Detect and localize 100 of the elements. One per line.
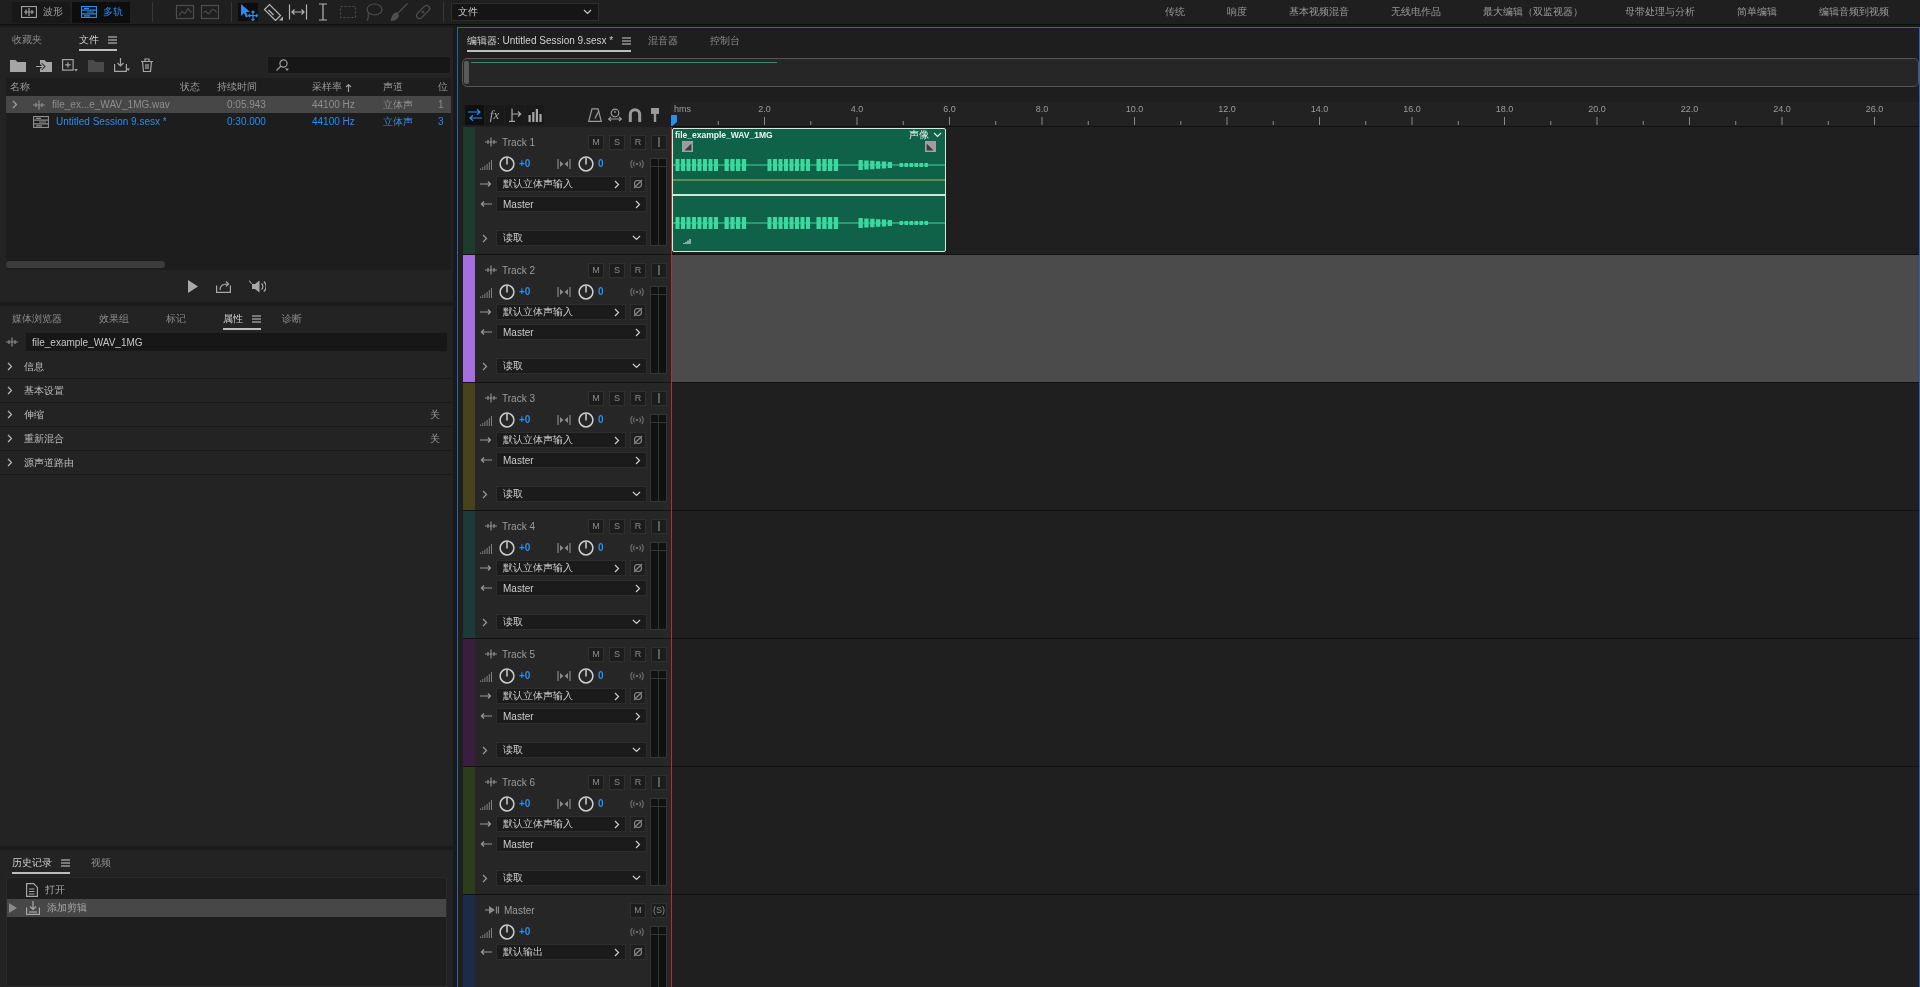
volume-knob[interactable] (499, 283, 515, 300)
timer-icon[interactable] (608, 107, 622, 122)
volume-knob[interactable] (499, 411, 515, 428)
panel-tab[interactable]: 历史记录 (12, 854, 70, 874)
magnet-icon[interactable] (628, 107, 642, 122)
mute-button[interactable]: M (588, 518, 604, 534)
monitor-button[interactable] (651, 134, 667, 150)
chevron-right-icon[interactable] (482, 873, 488, 883)
automation-dropdown[interactable]: 读取 (496, 230, 647, 246)
timeline-ruler[interactable]: hms 2.0 4.0 6.0 8.0 10.0 12.0 14.0 16.0 18.0 20.0 22.0 24.0 26.0 (671, 102, 1919, 127)
horizontal-scrollbar[interactable] (6, 261, 165, 268)
speaker-icon[interactable] (248, 279, 266, 293)
column-header[interactable]: 采样率 (312, 80, 383, 94)
folder-icon[interactable] (10, 58, 26, 72)
phase-invert-button[interactable] (630, 176, 646, 192)
output-dropdown[interactable]: Master (496, 196, 647, 212)
pan-value[interactable]: 0 (598, 798, 604, 809)
output-dropdown[interactable]: Master (496, 708, 647, 724)
volume-value[interactable]: +0 (519, 926, 531, 937)
chevron-right-icon[interactable] (12, 100, 18, 109)
workspace-tab[interactable]: 母带处理与分析 (1625, 5, 1695, 19)
panel-tab[interactable]: 视频 (91, 854, 111, 874)
broadcast-icon[interactable] (630, 926, 644, 937)
broadcast-icon[interactable] (630, 158, 644, 169)
broadcast-icon[interactable] (630, 286, 644, 297)
workspace-tab[interactable]: 传统 (1165, 5, 1185, 19)
pan-knob[interactable] (578, 539, 594, 556)
panel-tab[interactable]: 控制台 (710, 32, 741, 52)
workspace-tab[interactable]: 最大编辑（双监视器） (1483, 5, 1583, 19)
mute-button[interactable]: M (588, 262, 604, 278)
pan-value[interactable]: 0 (598, 542, 604, 553)
volume-knob[interactable] (499, 155, 515, 172)
phase-invert-button[interactable] (630, 432, 646, 448)
export-icon[interactable] (215, 279, 231, 293)
input-dropdown[interactable]: 默认立体声输入 (496, 432, 626, 448)
panel-tab[interactable]: 标记 (166, 310, 186, 330)
solo-button[interactable]: (S) (651, 902, 667, 918)
track-header[interactable]: Track 2 M S R +0 0 默认立体声输入 Master 读取 (463, 255, 671, 382)
pan-knob[interactable] (578, 411, 594, 428)
section-header[interactable]: 信息 (0, 355, 453, 379)
trash-icon[interactable] (140, 58, 154, 72)
workspace-tab[interactable]: 无线电作品 (1391, 5, 1441, 19)
workspace-tab[interactable]: 响度 (1227, 5, 1247, 19)
track-header[interactable]: Track 6 M S R +0 0 默认立体声输入 Master 读取 (463, 767, 671, 894)
file-row[interactable]: Untitled Session 9.sesx * 0:30.000 44100 Hz 立体声 3 (6, 113, 451, 130)
broadcast-icon[interactable] (630, 670, 644, 681)
column-header[interactable]: 声道 (383, 80, 438, 94)
play-icon[interactable] (187, 279, 198, 293)
pan-knob[interactable] (578, 155, 594, 172)
history-item[interactable]: 添加剪辑 (7, 899, 446, 917)
volume-value[interactable]: +0 (519, 414, 531, 425)
section-header[interactable]: 重新混合 关 (0, 427, 453, 451)
output-dropdown[interactable]: Master (496, 580, 647, 596)
record-arm-button[interactable]: R (630, 646, 646, 662)
mute-button[interactable]: M (588, 646, 604, 662)
solo-button[interactable]: S (609, 774, 625, 790)
track-header[interactable]: Track 4 M S R +0 0 默认立体声输入 Master 读取 (463, 511, 671, 638)
output-dropdown[interactable]: Master (496, 836, 647, 852)
view-toggle-button[interactable] (525, 104, 544, 125)
monitor-button[interactable] (651, 390, 667, 406)
audio-clip[interactable]: file_example_WAV_1MG 声像 (672, 128, 946, 252)
slip-arrows-icon[interactable] (288, 3, 308, 21)
output-dropdown[interactable]: Master (496, 324, 647, 340)
panel-tab[interactable]: 效果组 (99, 310, 129, 330)
history-item[interactable]: 打开 (7, 881, 446, 899)
record-arm-button[interactable]: R (630, 518, 646, 534)
clip-mode-dropdown[interactable]: 声像 (909, 129, 942, 141)
solo-button[interactable]: S (609, 134, 625, 150)
workspace-tab[interactable]: 基本视频混音 (1289, 5, 1349, 19)
automation-dropdown[interactable]: 读取 (496, 742, 647, 758)
mute-button[interactable]: M (588, 390, 604, 406)
record-arm-button[interactable]: R (630, 774, 646, 790)
section-header[interactable]: 伸缩 关 (0, 403, 453, 427)
menu-icon[interactable] (252, 315, 261, 323)
volume-value[interactable]: +0 (519, 286, 531, 297)
automation-dropdown[interactable]: 读取 (496, 358, 647, 374)
solo-button[interactable]: S (609, 518, 625, 534)
view-mode-button[interactable]: 多轨 (72, 1, 130, 23)
search-field[interactable] (267, 56, 451, 74)
broadcast-icon[interactable] (630, 798, 644, 809)
automation-dropdown[interactable]: 读取 (496, 870, 647, 886)
pan-value[interactable]: 0 (598, 286, 604, 297)
phase-invert-button[interactable] (630, 816, 646, 832)
column-header[interactable]: 位 (438, 80, 451, 94)
section-header[interactable]: 源声道路由 (0, 451, 453, 475)
input-dropdown[interactable]: 默认立体声输入 (496, 688, 626, 704)
solo-button[interactable]: S (609, 390, 625, 406)
input-dropdown[interactable]: 默认立体声输入 (496, 560, 626, 576)
pointer-move-icon[interactable] (238, 3, 258, 21)
broadcast-icon[interactable] (630, 542, 644, 553)
chevron-right-icon[interactable] (482, 233, 488, 243)
folder-arrow-icon[interactable] (36, 58, 52, 72)
volume-knob[interactable] (499, 795, 515, 812)
monitor-button[interactable] (651, 646, 667, 662)
chevron-right-icon[interactable] (482, 745, 488, 755)
volume-knob[interactable] (499, 923, 515, 940)
panel-tab[interactable]: 混音器 (648, 32, 679, 52)
pan-knob[interactable] (578, 283, 594, 300)
section-header[interactable]: 基本设置 (0, 379, 453, 403)
input-dropdown[interactable]: 默认立体声输入 (496, 816, 626, 832)
